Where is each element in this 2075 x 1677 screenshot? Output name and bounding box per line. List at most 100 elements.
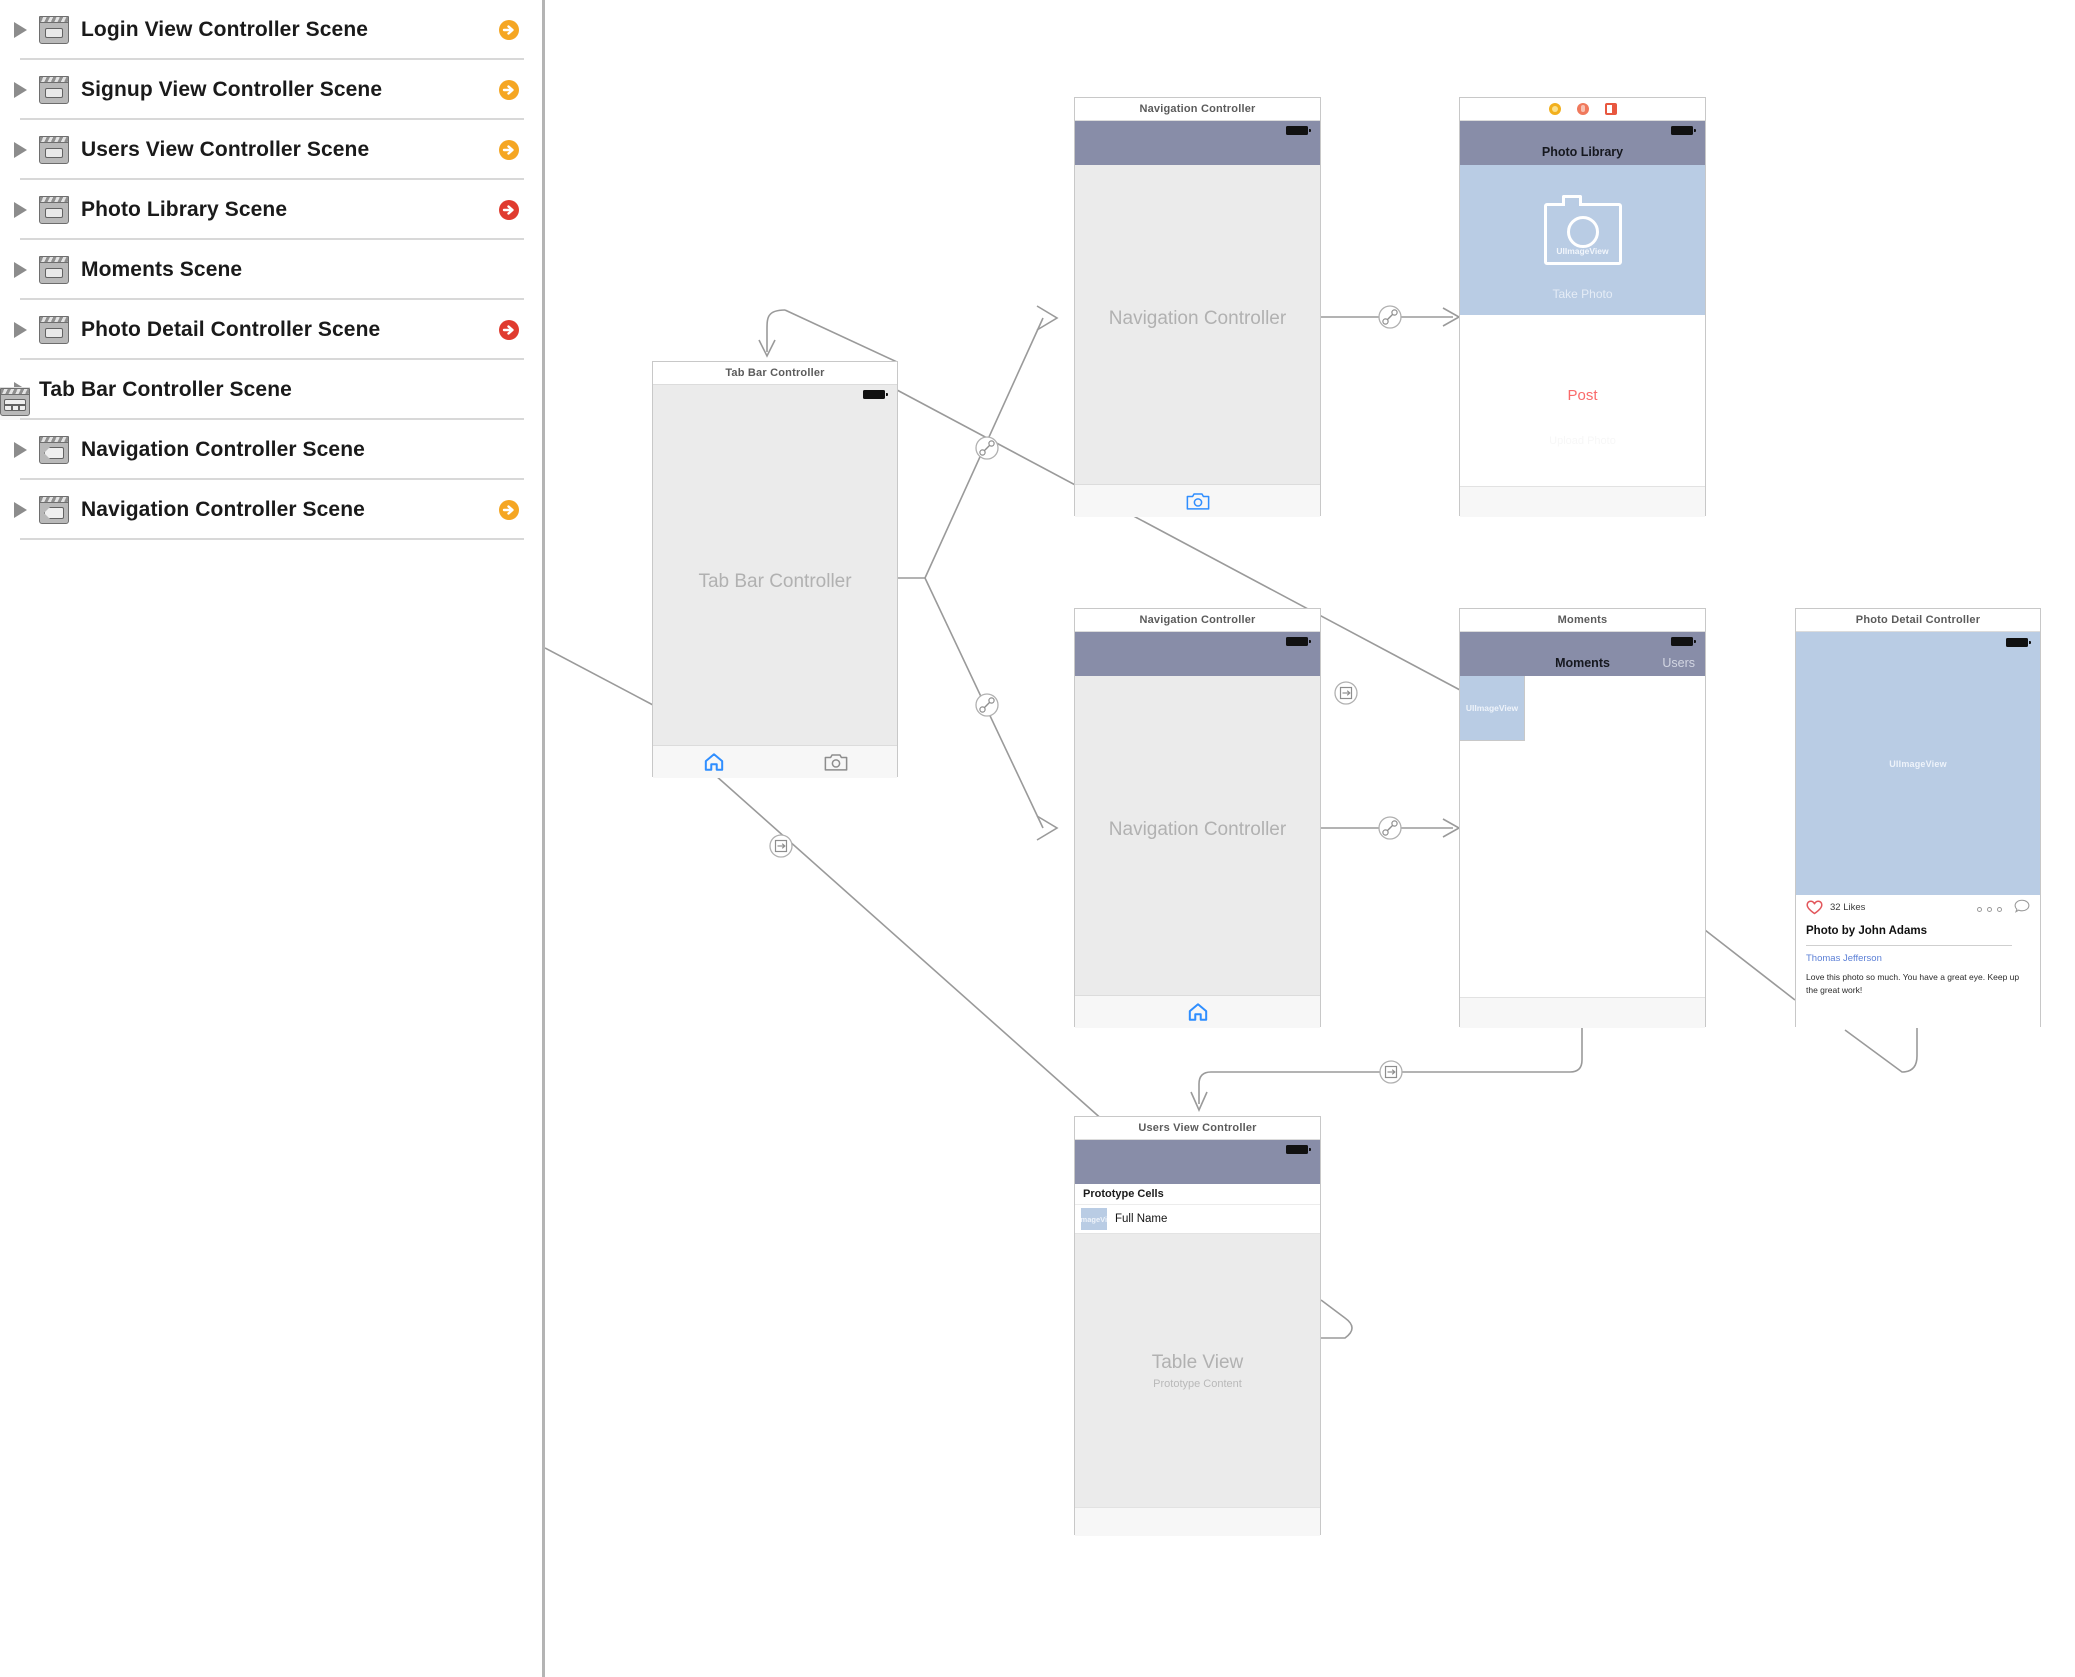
disclosure-triangle-icon[interactable]: [14, 502, 27, 518]
show-segue-icon: [1334, 681, 1358, 705]
scene-dock[interactable]: [1460, 98, 1705, 121]
first-responder-dock-icon[interactable]: [1576, 103, 1589, 115]
disclosure-triangle-icon[interactable]: [14, 142, 27, 158]
photo-library-body: Photo Library UIImageView Take Photo Pos…: [1460, 121, 1705, 517]
tab-bar-controller-body: Tab Bar Controller: [653, 385, 897, 778]
table-view-label: Table View: [1151, 1352, 1244, 1373]
scene-users-view-controller[interactable]: Users View Controller Prototype Cells UI…: [1074, 1116, 1321, 1536]
status-badge-orange-arrow[interactable]: [498, 19, 520, 41]
sidebar-item-login-view-controller-scene[interactable]: Login View Controller Scene: [0, 0, 542, 60]
sidebar-item-navigation-controller-scene-2[interactable]: Navigation Controller Scene: [0, 480, 542, 540]
table-view-placeholder: Table View Prototype Content: [1075, 1234, 1320, 1508]
upload-photo-label: Upload Photo: [1549, 435, 1616, 447]
home-icon: [704, 753, 724, 771]
sidebar-item-label: Login View Controller Scene: [81, 18, 369, 41]
moments-cell-imageview[interactable]: UIImageView: [1460, 676, 1525, 741]
scene-moments[interactable]: Moments Moments Users UIImageView: [1459, 608, 1706, 1028]
home-icon: [1188, 1003, 1207, 1021]
tab-bar[interactable]: [653, 745, 897, 778]
storyboard-canvas[interactable]: Tab Bar Controller Tab Bar Controller Na…: [545, 0, 2075, 1677]
view-controller-icon: [39, 196, 69, 224]
exit-dock-icon[interactable]: [1604, 103, 1617, 115]
heart-icon[interactable]: [1806, 900, 1823, 915]
placeholder-label: Tab Bar Controller: [698, 570, 852, 592]
camera-icon: [1186, 493, 1209, 510]
placeholder-label: Navigation Controller: [1108, 308, 1287, 329]
tab-item-home[interactable]: [1075, 1002, 1320, 1022]
status-badge-red-arrow[interactable]: [498, 319, 520, 341]
relationship-segue-icon: [975, 693, 999, 717]
view-controller-dock-icon[interactable]: [1548, 103, 1561, 115]
tab-bar-controller-icon: [0, 387, 30, 420]
tab-bar[interactable]: [1075, 995, 1320, 1028]
sidebar-item-label: Navigation Controller Scene: [81, 498, 365, 521]
status-badge-orange-arrow[interactable]: [498, 79, 520, 101]
battery-icon: [1671, 637, 1696, 646]
bottom-toolbar: [1075, 1507, 1320, 1536]
comment-text: Love this photo so much. You have a grea…: [1806, 972, 2020, 995]
sidebar-item-moments-scene[interactable]: Moments Scene: [0, 240, 542, 300]
status-badge-orange-arrow[interactable]: [498, 139, 520, 161]
scene-photo-library[interactable]: Photo Library UIImageView Take Photo Pos…: [1459, 97, 1706, 517]
navigation-bar: Moments Users: [1460, 632, 1705, 676]
sidebar-item-photo-library-scene[interactable]: Photo Library Scene: [0, 180, 542, 240]
comment-bubble-icon[interactable]: [2014, 899, 2030, 914]
sidebar-item-users-view-controller-scene[interactable]: Users View Controller Scene: [0, 120, 542, 180]
document-outline-sidebar: Login View Controller Scene Signup View …: [0, 0, 545, 1677]
photo-imageview[interactable]: UIImageView Take Photo: [1460, 165, 1705, 315]
users-bar-button[interactable]: Users: [1662, 656, 1695, 670]
scene-title: Navigation Controller: [1075, 98, 1320, 121]
disclosure-triangle-icon[interactable]: [14, 82, 27, 98]
tab-item-home[interactable]: [653, 752, 775, 772]
scene-navigation-controller-top[interactable]: Navigation Controller Navigation Control…: [1074, 97, 1321, 517]
disclosure-triangle-icon[interactable]: [14, 202, 27, 218]
camera-icon: [824, 754, 848, 771]
sidebar-item-signup-view-controller-scene[interactable]: Signup View Controller Scene: [0, 60, 542, 120]
detail-imageview[interactable]: UIImageView: [1796, 632, 2040, 895]
status-badge-orange-arrow[interactable]: [498, 499, 520, 521]
commenter-name[interactable]: Thomas Jefferson: [1806, 953, 1882, 964]
battery-icon: [863, 390, 888, 399]
navigation-bar: [1075, 1140, 1320, 1184]
disclosure-triangle-icon[interactable]: [14, 322, 27, 338]
disclosure-triangle-icon[interactable]: [14, 22, 27, 38]
photo-detail-body: UIImageView 32 Likes Photo by John Adams: [1796, 632, 2040, 1028]
post-button[interactable]: Post: [1460, 387, 1705, 404]
scene-tab-bar-controller[interactable]: Tab Bar Controller Tab Bar Controller: [652, 361, 898, 778]
scene-title: Photo Detail Controller: [1796, 609, 2040, 632]
table-row[interactable]: UIImageView Full Name: [1075, 1205, 1320, 1234]
sidebar-item-label: Tab Bar Controller Scene: [39, 378, 292, 401]
sidebar-item-navigation-controller-scene-1[interactable]: Navigation Controller Scene: [0, 420, 542, 480]
photo-detail-info: 32 Likes Photo by John Adams Thomas Jeff…: [1796, 895, 2040, 1028]
scene-photo-detail-controller[interactable]: Photo Detail Controller UIImageView 32 L…: [1795, 608, 2041, 1028]
tab-item-camera[interactable]: [775, 753, 897, 771]
navigation-bar: [1075, 121, 1320, 165]
scene-title: Navigation Controller: [1075, 609, 1320, 632]
navigation-bar: [1075, 632, 1320, 676]
tab-item-camera[interactable]: [1075, 492, 1320, 510]
sidebar-item-label: Photo Library Scene: [81, 198, 288, 221]
disclosure-triangle-icon[interactable]: [14, 262, 27, 278]
sidebar-item-photo-detail-controller-scene[interactable]: Photo Detail Controller Scene: [0, 300, 542, 360]
scene-title: Users View Controller: [1075, 1117, 1320, 1140]
take-photo-label: Take Photo: [1552, 287, 1613, 301]
bottom-toolbar: [1460, 486, 1705, 517]
status-bar: [653, 385, 897, 401]
moments-collection-view[interactable]: UIImageView: [1460, 676, 1705, 998]
placeholder-label: Navigation Controller: [1108, 819, 1287, 840]
sidebar-item-label: Signup View Controller Scene: [81, 78, 383, 101]
sidebar-item-tab-bar-controller-scene[interactable]: Tab Bar Controller Scene: [0, 360, 542, 420]
battery-icon: [2006, 638, 2031, 647]
battery-icon: [1286, 126, 1311, 135]
likes-label: 32 Likes: [1830, 902, 1866, 913]
show-segue-icon: [1379, 1060, 1403, 1084]
tab-bar[interactable]: [1075, 484, 1320, 517]
more-dots-icon[interactable]: [1977, 907, 2002, 912]
scene-navigation-controller-mid[interactable]: Navigation Controller Navigation Control…: [1074, 608, 1321, 1028]
divider: [1806, 945, 2012, 946]
view-controller-icon: [39, 136, 69, 164]
disclosure-triangle-icon[interactable]: [14, 442, 27, 458]
table-view[interactable]: Table View Prototype Content: [1075, 1234, 1320, 1536]
relationship-segue-icon: [975, 436, 999, 460]
status-badge-red-arrow[interactable]: [498, 199, 520, 221]
